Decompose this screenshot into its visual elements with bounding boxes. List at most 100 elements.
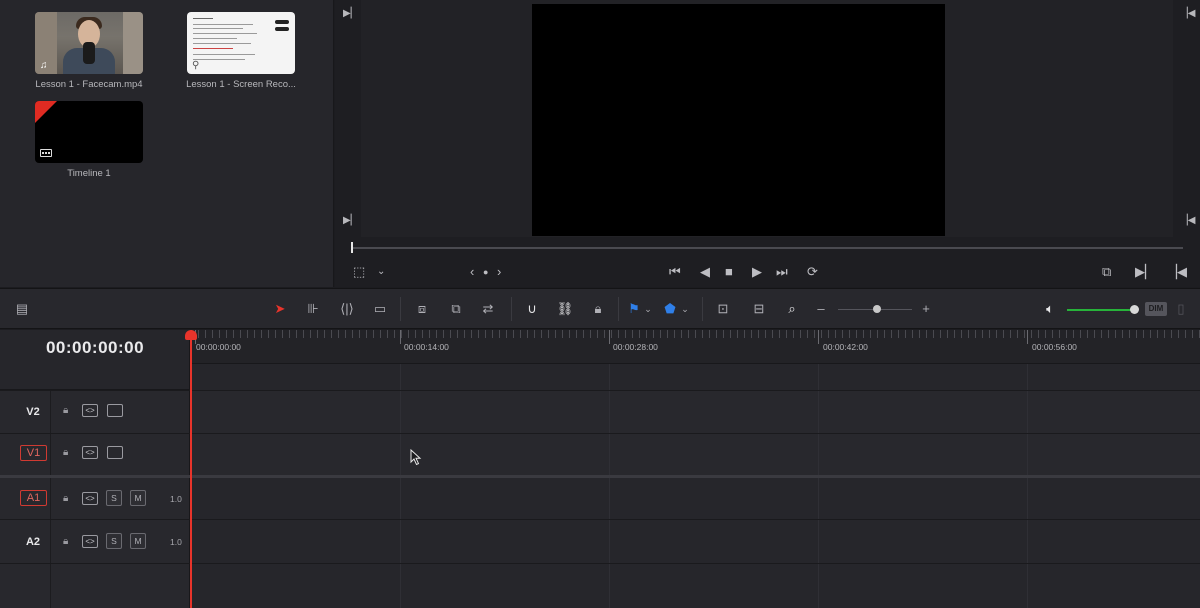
prev-clip-button[interactable]: ‹ <box>470 262 474 282</box>
lock-icon[interactable]: 🔒︎ <box>63 446 68 460</box>
volume-slider-knob[interactable] <box>1130 305 1139 314</box>
grid-line <box>818 364 819 608</box>
lock-icon[interactable]: 🔒︎ <box>63 404 68 418</box>
dim-button[interactable]: DIM <box>1145 302 1167 316</box>
solo-button[interactable]: S <box>106 490 122 506</box>
track-name: V2 <box>26 406 40 418</box>
viewer-crop-icon[interactable]: ⬚ <box>353 262 365 282</box>
media-clip-timeline[interactable]: Timeline 1 <box>19 101 159 179</box>
ruler-major-tick <box>818 330 819 344</box>
doc-line <box>193 59 245 60</box>
marker-icon[interactable]: ⬟ <box>663 299 677 319</box>
zoom-slider-knob[interactable] <box>873 305 881 313</box>
track-name: A2 <box>25 536 41 548</box>
linked-selection-icon[interactable]: ⛓ <box>555 299 575 319</box>
track-visibility-icon[interactable] <box>107 404 123 417</box>
clip-label: Lesson 1 - Facecam.mp4 <box>35 79 143 90</box>
ruler-major-tick <box>609 330 610 344</box>
insert-clip-icon[interactable]: ⧈ <box>410 299 434 319</box>
chevron-down-icon[interactable]: ⌄ <box>643 299 653 319</box>
snapping-icon[interactable]: ∪ <box>522 299 542 319</box>
position-lock-icon[interactable]: 🔒︎ <box>588 299 608 319</box>
track-header-a1[interactable]: A1 🔒︎ <> S M 1.0 <box>0 478 190 519</box>
track-header-v1[interactable]: V1 🔒︎ <> <box>0 433 190 475</box>
mark-out-icon[interactable]: ▕◀ <box>1167 262 1187 282</box>
clip-indicator-dot[interactable]: ● <box>483 262 488 282</box>
track-visibility-icon[interactable] <box>107 446 123 459</box>
lock-icon[interactable]: 🔒︎ <box>63 492 68 506</box>
clip-thumbnail <box>35 101 143 163</box>
viewer-left-top-icon[interactable]: ▶▏ <box>343 8 358 19</box>
edit-toolbar: ▤ ➤ ⊪ ⟨|⟩ ▭ ⧈ ⧉ ⇄ ∪ ⛓ 🔒︎ ⚑ ⌄ ⬟ ⌄ ⊡ ⊟ ⌕ –… <box>0 288 1200 329</box>
track-header-a2[interactable]: A2 🔒︎ <> S M 1.0 <box>0 519 190 563</box>
stop-icon[interactable]: ■ <box>725 262 733 282</box>
trim-edit-icon[interactable]: ⊪ <box>300 299 326 319</box>
ruler-label: 00:00:28:00 <box>613 342 658 352</box>
zoom-full-icon[interactable]: ⊡ <box>710 299 736 319</box>
flag-icon[interactable]: ⚑ <box>627 299 641 319</box>
resolve-edit-page: ♫ Lesson 1 - Facecam.mp4 ⚲ Lesson 1 - Sc… <box>0 0 1200 608</box>
track-divider <box>0 563 1200 564</box>
track-header-v2[interactable]: V2 🔒︎ <> <box>0 390 190 433</box>
timeline-flag-corner <box>35 101 57 123</box>
solo-button[interactable]: S <box>106 533 122 549</box>
viewer-canvas[interactable] <box>361 0 1173 237</box>
media-clip-screen-recording[interactable]: ⚲ Lesson 1 - Screen Reco... <box>171 12 311 90</box>
chevron-down-icon[interactable]: ⌄ <box>377 262 385 282</box>
reverse-play-icon[interactable]: ◀ <box>700 262 710 282</box>
next-clip-button[interactable]: › <box>497 262 501 282</box>
clip-label: Lesson 1 - Screen Reco... <box>186 79 296 90</box>
scrubber-playhead[interactable] <box>351 242 353 253</box>
volume-slider[interactable] <box>1067 309 1133 311</box>
blade-icon[interactable]: ▭ <box>368 299 392 319</box>
timeline-track-area[interactable] <box>191 364 1200 608</box>
media-clip-facecam[interactable]: ♫ Lesson 1 - Facecam.mp4 <box>19 12 159 90</box>
auto-select-icon[interactable]: <> <box>82 404 98 417</box>
toolbar-separator <box>702 297 703 321</box>
timeline-ruler[interactable]: 00:00:00:00 00:00:14:00 00:00:28:00 00:0… <box>191 330 1200 364</box>
overwrite-clip-icon[interactable]: ⧉ <box>444 299 468 319</box>
auto-select-icon[interactable]: <> <box>82 492 98 505</box>
dynamic-trim-icon[interactable]: ⟨|⟩ <box>334 299 360 319</box>
auto-select-icon[interactable]: <> <box>82 535 98 548</box>
play-icon[interactable]: ▶ <box>752 262 762 282</box>
track-name[interactable]: A1 <box>20 490 47 506</box>
scrubber-track[interactable] <box>351 247 1183 249</box>
selection-arrow-icon[interactable]: ➤ <box>270 299 290 319</box>
track-name[interactable]: V1 <box>20 445 47 461</box>
lock-icon[interactable]: 🔒︎ <box>63 535 68 549</box>
playhead-handle[interactable] <box>185 330 197 340</box>
zoom-custom-icon[interactable]: ⌕ <box>780 299 804 319</box>
viewer-controls: ⬚ ⌄ ‹ ● › ⏮ ◀ ■ ▶ ⏭ ⟳ ⧉ ▶▏ ▕◀ <box>335 258 1200 286</box>
audio-meter-icon[interactable]: ▯ <box>1174 299 1188 319</box>
zoom-in-button[interactable]: + <box>919 299 933 319</box>
mark-in-icon[interactable]: ▶▏ <box>1135 262 1155 282</box>
viewer-left-bottom-icon[interactable]: ▶▏ <box>343 215 358 226</box>
viewer-right-bottom-icon[interactable]: ▕◀ <box>1180 215 1195 226</box>
doc-line <box>193 33 257 34</box>
loop-icon[interactable]: ⟳ <box>807 262 818 282</box>
ruler-label: 00:00:14:00 <box>404 342 449 352</box>
mute-button[interactable]: M <box>130 490 146 506</box>
speaker-icon[interactable]: 🔈︎ <box>1041 299 1059 319</box>
timeline-playhead[interactable] <box>190 336 192 608</box>
timecode-panel: 00:00:00:00 <box>0 330 190 390</box>
replace-clip-icon[interactable]: ⇄ <box>476 299 500 319</box>
mute-button[interactable]: M <box>130 533 146 549</box>
match-frame-icon[interactable]: ⧉ <box>1102 262 1111 282</box>
doc-line <box>193 24 253 25</box>
microphone <box>83 42 95 64</box>
viewer-right-top-icon[interactable]: ▕◀ <box>1180 8 1195 19</box>
zoom-out-button[interactable]: – <box>814 299 828 319</box>
chevron-down-icon[interactable]: ⌄ <box>680 299 690 319</box>
jump-to-end-icon[interactable]: ⏭ <box>776 262 788 282</box>
toolbar-separator <box>618 297 619 321</box>
timeline-view-options-icon[interactable]: ▤ <box>10 299 34 319</box>
grid-line <box>400 364 401 608</box>
jump-to-start-icon[interactable]: ⏮ <box>669 262 681 282</box>
track-level: 1.0 <box>170 537 182 547</box>
zoom-detail-icon[interactable]: ⊟ <box>746 299 772 319</box>
current-timecode[interactable]: 00:00:00:00 <box>0 338 190 358</box>
auto-select-icon[interactable]: <> <box>82 446 98 459</box>
doc-button <box>275 27 289 31</box>
